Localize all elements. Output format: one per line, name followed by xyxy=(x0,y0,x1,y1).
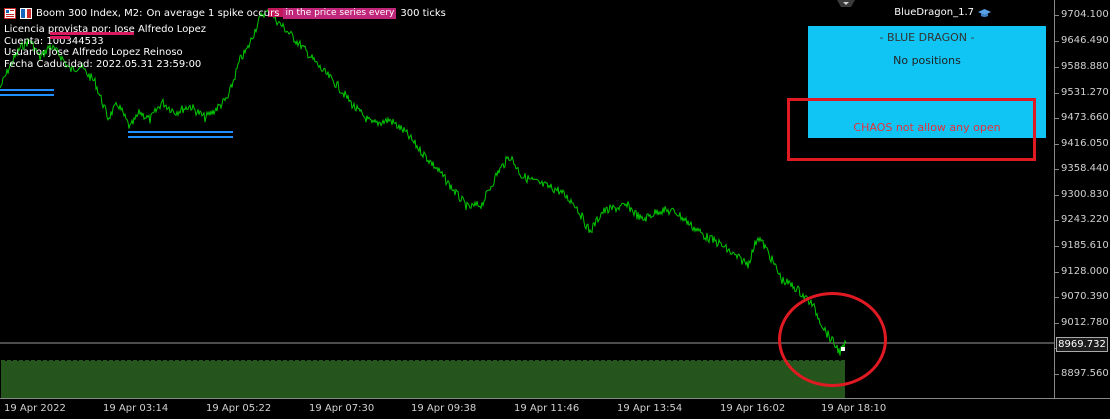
time-tick-label: 19 Apr 16:02 xyxy=(720,403,786,414)
annotation-ellipse xyxy=(778,292,887,387)
highlighted-text: in the price series every xyxy=(283,7,397,19)
time-axis[interactable]: 19 Apr 2022 19 Apr 03:14 19 Apr 05:22 19 Ap… xyxy=(0,398,1110,419)
price-tick-label: 9070.390 xyxy=(1055,291,1109,302)
symbol-description-suffix: 300 ticks xyxy=(400,7,446,19)
price-tick-label: 9473.660 xyxy=(1055,112,1109,123)
price-tick-label: 9300.830 xyxy=(1055,189,1109,200)
expert-advisor-label[interactable]: BlueDragon_1.7 xyxy=(894,7,991,18)
redaction-scribble xyxy=(50,36,70,39)
time-tick-label: 19 Apr 13:54 xyxy=(617,403,683,414)
graduation-cap-icon xyxy=(978,8,991,18)
license-info: Licencia provista por: Jose Alfredo Lope… xyxy=(4,24,206,70)
license-user: Usuario: Jose Alfredo Lopez Reinoso xyxy=(4,47,183,58)
redaction-scribble xyxy=(50,32,134,35)
time-tick-label: 19 Apr 11:46 xyxy=(514,403,580,414)
time-tick-label: 19 Apr 09:38 xyxy=(411,403,477,414)
price-tick-label: 9128.000 xyxy=(1055,266,1109,277)
price-tick-label: 9588.880 xyxy=(1055,61,1109,72)
price-tick-label: 9416.050 xyxy=(1055,138,1109,149)
chart-header: Boom 300 Index, M2: On average 1 spike o… xyxy=(4,5,446,21)
license-account: Cuenta: 100344533 xyxy=(4,35,104,47)
time-tick-label: 19 Apr 2022 xyxy=(4,403,66,414)
time-tick-label: 19 Apr 03:14 xyxy=(103,403,169,414)
license-expiry: Fecha Caducidad: 2022.05.31 23:59:00 xyxy=(4,58,202,70)
time-tick-label: 19 Apr 05:22 xyxy=(206,403,272,414)
symbol-description-prefix: On average 1 spike occurs xyxy=(146,7,280,19)
price-tick-label: 9646.490 xyxy=(1055,35,1109,46)
positions-status: No positions xyxy=(893,54,961,67)
chart-area[interactable]: Boom 300 Index, M2: On average 1 spike o… xyxy=(0,0,1054,398)
time-tick-label: 19 Apr 18:10 xyxy=(821,403,887,414)
panel-title: - BLUE DRAGON - xyxy=(879,31,975,44)
current-price-label: 8969.732 xyxy=(1056,337,1108,352)
expert-name: BlueDragon_1.7 xyxy=(894,7,974,18)
price-tick-label: 8897.560 xyxy=(1055,368,1109,379)
chart-window[interactable]: Boom 300 Index, M2: On average 1 spike o… xyxy=(0,0,1110,419)
price-tick-label: 9185.610 xyxy=(1055,240,1109,251)
symbol-flag-icon[interactable] xyxy=(4,7,16,19)
trade-panel-icon[interactable] xyxy=(20,7,32,19)
time-tick-label: 19 Apr 07:30 xyxy=(309,403,375,414)
price-tick-label: 9243.220 xyxy=(1055,214,1109,225)
price-tick-label: 9531.270 xyxy=(1055,87,1109,98)
symbol-info: Boom 300 Index, M2: xyxy=(36,7,143,19)
price-tick-label: 9012.780 xyxy=(1055,317,1109,328)
volume-histogram xyxy=(1,360,845,398)
price-tick-label: 9704.100 xyxy=(1055,9,1109,20)
price-tick-label: 9358.440 xyxy=(1055,163,1109,174)
one-click-trading-toggle[interactable] xyxy=(837,0,855,8)
annotation-rectangle xyxy=(787,98,1036,161)
